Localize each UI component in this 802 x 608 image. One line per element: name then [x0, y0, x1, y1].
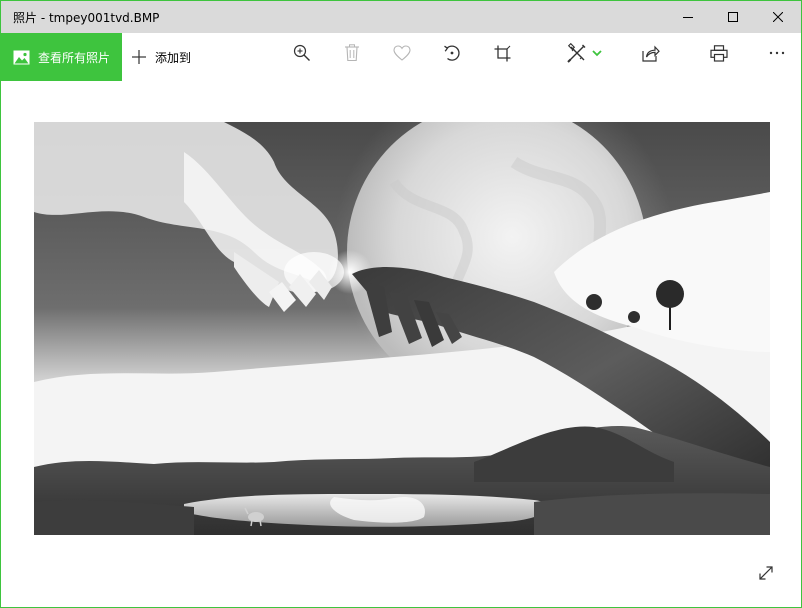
title-bar[interactable]: 照片 - tmpey001tvd.BMP	[1, 1, 801, 33]
share-icon	[642, 45, 660, 62]
photos-app-window: 照片 - tmpey001tvd.BMP 查看所有照片 添加到	[0, 0, 802, 608]
rotate-button[interactable]	[432, 33, 472, 73]
favorite-icon	[393, 45, 411, 61]
fullscreen-button[interactable]	[753, 560, 779, 586]
more-icon	[769, 51, 785, 55]
close-button[interactable]	[755, 1, 801, 33]
photo-display[interactable]	[34, 122, 770, 535]
delete-button[interactable]	[332, 33, 372, 73]
see-all-photos-label: 查看所有照片	[38, 50, 111, 65]
print-icon	[710, 44, 728, 62]
more-options-button[interactable]	[757, 33, 797, 73]
add-to-button[interactable]: 添加到	[131, 33, 191, 81]
crop-button[interactable]	[482, 33, 522, 73]
edit-draw-icon	[567, 42, 586, 63]
window-title: 照片 - tmpey001tvd.BMP	[13, 11, 160, 25]
picture-icon	[13, 50, 30, 64]
share-button[interactable]	[631, 33, 671, 73]
maximize-icon	[728, 12, 738, 22]
zoom-button[interactable]	[282, 33, 322, 73]
fullscreen-icon	[759, 566, 773, 580]
rotate-icon	[444, 45, 460, 61]
minimize-icon	[683, 17, 693, 18]
see-all-photos-button[interactable]: 查看所有照片	[1, 33, 122, 81]
surreal-landscape-photo	[34, 122, 770, 535]
maximize-button[interactable]	[710, 1, 756, 33]
edit-draw-button[interactable]	[559, 33, 609, 73]
delete-icon	[345, 44, 359, 62]
chevron-down-icon	[592, 50, 602, 57]
minimize-button[interactable]	[665, 1, 711, 33]
plus-icon	[132, 50, 146, 64]
zoom-in-icon	[293, 44, 310, 61]
close-icon	[773, 12, 783, 22]
add-to-label: 添加到	[155, 50, 192, 65]
toolbar: 查看所有照片 添加到	[1, 33, 801, 81]
print-button[interactable]	[699, 33, 739, 73]
crop-icon	[494, 45, 510, 61]
favorite-button[interactable]	[382, 33, 422, 73]
